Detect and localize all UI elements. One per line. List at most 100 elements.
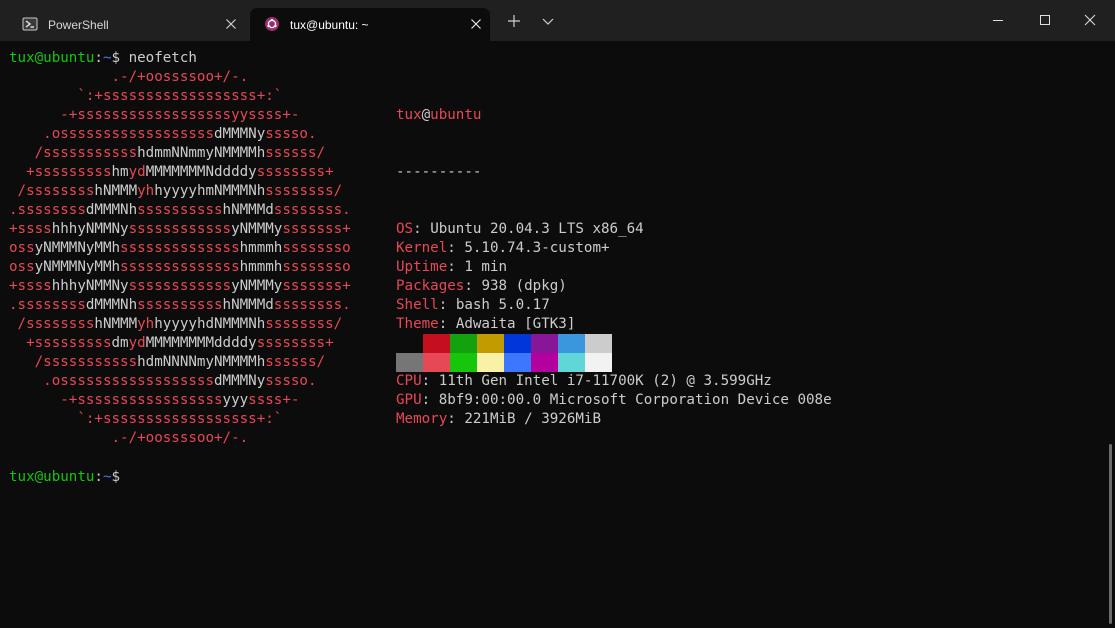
logo-segment: hhhyNMMNy: [51, 221, 129, 237]
logo-segment: oss: [9, 259, 35, 275]
tab-powershell[interactable]: PowerShell: [8, 8, 245, 41]
info-host: ubuntu: [430, 107, 482, 123]
info-colon: :: [421, 373, 439, 389]
logo-segment: yd: [128, 335, 146, 351]
system-info: tux@ubuntu ---------- OS: Ubuntu 20.04.3…: [396, 68, 832, 467]
close-icon[interactable]: [468, 16, 484, 32]
logo-segment: ssssssssss: [137, 202, 223, 218]
logo-segment: +ssss: [9, 278, 52, 294]
logo-segment: ssssssssssss: [128, 221, 232, 237]
logo-segment: yNMMMy: [231, 278, 283, 294]
logo-segment: dMMMNy: [214, 126, 266, 142]
color-swatch: [450, 334, 477, 353]
info-field: Kernel: 5.10.74.3-custom+: [396, 239, 832, 258]
logo-segment: yNMMMy: [231, 221, 283, 237]
info-field: GPU: 8bf9:00:00.0 Microsoft Corporation …: [396, 391, 832, 410]
info-colon: :: [464, 278, 482, 294]
logo-line: +sssshhhyNMMNyssssssssssssyNMMMysssssss+: [9, 220, 385, 239]
logo-segment: dMMMNh: [85, 202, 138, 218]
logo-segment: /ssssssss: [9, 316, 95, 332]
maximize-icon[interactable]: [1033, 8, 1057, 32]
tab-label: PowerShell: [48, 18, 109, 32]
prompt-line: tux@ubuntu:~$: [9, 468, 120, 487]
logo-segment: hyyyyhmNMMMNh: [154, 183, 266, 199]
logo-line: .-/+oossssoo+/-.: [9, 68, 385, 87]
logo-segment: /sssssssssss: [9, 354, 138, 370]
info-value: Ubuntu 20.04.3 LTS x86_64: [430, 221, 644, 237]
info-colon: :: [447, 259, 465, 275]
ubuntu-icon: [265, 17, 279, 31]
tab-ubuntu[interactable]: tux@ubuntu: ~: [250, 8, 490, 41]
scrollbar[interactable]: [1109, 444, 1112, 624]
logo-segment: ssssssssssssss: [120, 240, 240, 256]
prompt-line: tux@ubuntu:~$ neofetch: [9, 49, 197, 68]
logo-line: -+ssssssssssssssssssyyssss+-: [9, 106, 385, 125]
minimize-icon[interactable]: [986, 8, 1010, 32]
info-field: Uptime: 1 min: [396, 258, 832, 277]
info-user: tux: [396, 107, 422, 123]
logo-segment: .ssssssss: [9, 202, 86, 218]
color-swatch: [504, 353, 531, 372]
info-field: CPU: 11th Gen Intel i7-11700K (2) @ 3.59…: [396, 372, 832, 391]
logo-segment: +sssssssss: [9, 164, 112, 180]
logo-segment: -+ssssssssssssssssssyyssss+-: [9, 107, 377, 123]
logo-segment: MMMMMMMNddddy: [145, 164, 257, 180]
logo-line: `:+ssssssssssssssssss+:`: [9, 410, 385, 429]
logo-segment: dMMMNy: [214, 373, 266, 389]
info-value: 8bf9:00:00.0 Microsoft Corporation Devic…: [438, 392, 832, 408]
logo-segment: ssssssss+: [256, 164, 377, 180]
logo-segment: +ssss: [9, 221, 52, 237]
logo-segment: yNMMMNyMMh: [34, 240, 121, 256]
logo-segment: oss: [9, 240, 35, 256]
info-key: Memory: [396, 411, 448, 427]
user-host-line: tux@ubuntu: [396, 106, 832, 125]
prompt-colon: :: [94, 469, 103, 485]
logo-segment: -+sssssssssssssssss: [9, 392, 223, 408]
plus-icon[interactable]: [506, 13, 522, 29]
logo-segment: sssssss+: [282, 278, 385, 294]
logo-segment: /sssssssssss: [9, 145, 138, 161]
color-swatch: [585, 334, 612, 353]
powershell-icon: [22, 17, 38, 31]
prompt-dollar: $: [111, 50, 121, 66]
logo-segment: hNMMMd: [222, 202, 274, 218]
logo-segment: dm: [111, 335, 129, 351]
terminal-output[interactable]: tux@ubuntu:~$ neofetch .-/+oossssoo+/-. …: [0, 41, 1115, 628]
logo-segment: ssssssso: [282, 259, 385, 275]
logo-line: +sssssssssdmydMMMMMMMMddddyssssssss+: [9, 334, 385, 353]
logo-line: ossyNMMMNyMMhsssssssssssssshmmmhssssssso: [9, 239, 385, 258]
logo-line: /sssssssshNMMMyhhyyyyhmNMMMNhssssssss/: [9, 182, 385, 201]
command-text: neofetch: [120, 50, 197, 66]
logo-segment: yh: [137, 316, 155, 332]
title-bar: PowerShell tux@ubuntu: ~: [0, 0, 1115, 41]
close-icon[interactable]: [1078, 8, 1102, 32]
color-swatch: [531, 334, 558, 353]
logo-line: /ssssssssssshdmNNNNmyNMMMMhssssss/: [9, 353, 385, 372]
logo-segment: yh: [137, 183, 155, 199]
logo-line: .ssssssssdMMMNhsssssssssshNMMMdssssssss.: [9, 296, 385, 315]
info-value: 221MiB / 3926MiB: [464, 411, 602, 427]
info-colon: :: [447, 411, 465, 427]
info-value: 1 min: [464, 259, 508, 275]
logo-segment: sssssss+: [282, 221, 385, 237]
info-fields: OS: Ubuntu 20.04.3 LTS x86_64 Kernel: 5.1…: [396, 220, 832, 429]
logo-line: .ossssssssssssssssssdMMMNysssso.: [9, 125, 385, 144]
logo-segment: yNMMMNyMMh: [34, 259, 121, 275]
chevron-down-icon[interactable]: [540, 13, 556, 29]
info-colon: :: [438, 316, 456, 332]
terminal-window: PowerShell tux@ubuntu: ~ tux@ubuntu:~$ n…: [0, 0, 1115, 628]
info-colon: :: [413, 221, 431, 237]
logo-line: +sssshhhyNMMNyssssssssssssyNMMMysssssss+: [9, 277, 385, 296]
logo-segment: hmmmh: [239, 259, 283, 275]
prompt-dollar: $: [111, 469, 121, 485]
color-swatch: [423, 353, 450, 372]
color-swatch: [396, 334, 423, 353]
logo-segment: dMMMNh: [85, 297, 138, 313]
color-swatch: [558, 353, 585, 372]
info-value: bash 5.0.17: [455, 297, 550, 313]
logo-line: /ssssssssssshdmmNNmmyNMMMMhssssss/: [9, 144, 385, 163]
logo-segment: ssssssss+: [256, 335, 377, 351]
logo-segment: hdmNNNNmyNMMMMh: [137, 354, 266, 370]
info-at: @: [421, 107, 431, 123]
close-icon[interactable]: [223, 16, 239, 32]
